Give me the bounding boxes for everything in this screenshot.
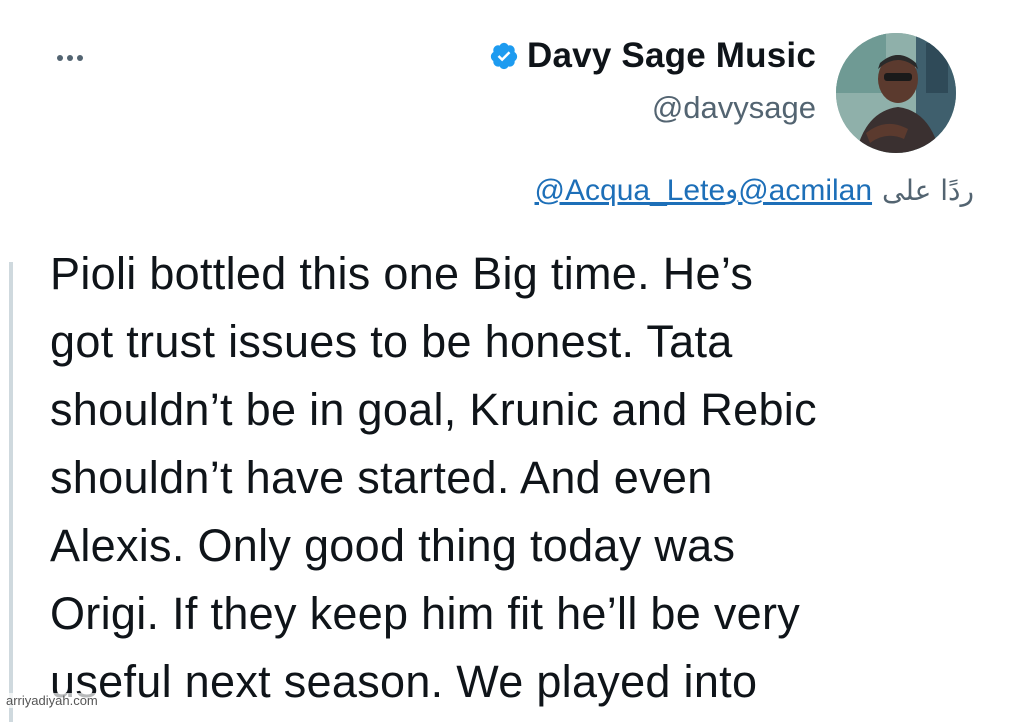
tweet-text-line: Alexis. Only good thing today was	[50, 520, 736, 571]
reply-context: @Acqua_Lete و @acmilan ردًا على	[535, 174, 974, 208]
author-display-name[interactable]: Davy Sage Music	[527, 36, 816, 76]
tweet-text-line: got trust issues to be honest. Tata	[50, 316, 733, 367]
tweet-text-line: Pioli bottled this one Big time. He’s	[50, 248, 754, 299]
tweet-text-line: shouldn’t be in goal, Krunic and Rebic	[50, 384, 817, 435]
author-handle[interactable]: @davysage	[489, 90, 816, 126]
more-icon-dot	[77, 55, 83, 61]
reply-prefix-label: ردًا على	[882, 174, 974, 207]
author-name-row[interactable]: Davy Sage Music	[489, 36, 816, 76]
reply-conjunction: و	[725, 174, 739, 205]
mention-acmilan-link[interactable]: @acmilan	[738, 174, 872, 208]
avatar[interactable]	[836, 33, 956, 153]
more-icon-dot	[67, 55, 73, 61]
tweet-text-line: shouldn’t have started. And even	[50, 452, 713, 503]
thread-line	[9, 262, 13, 722]
tweet-text-line: Origi. If they keep him fit he’ll be ver…	[50, 588, 801, 639]
watermark: arriyadiyah.com	[4, 693, 100, 708]
more-icon-dot	[57, 55, 63, 61]
tweet-author: Davy Sage Music @davysage	[489, 36, 816, 126]
tweet-text: Pioli bottled this one Big time. He’s go…	[50, 240, 990, 716]
mention-acqua-lete-link[interactable]: @Acqua_Lete	[535, 174, 726, 208]
tweet-text-line: useful next season. We played into	[50, 656, 758, 707]
more-options-button[interactable]	[50, 40, 90, 76]
reply-mentions: @Acqua_Lete و @acmilan	[535, 174, 872, 208]
verified-badge-icon	[489, 41, 519, 71]
